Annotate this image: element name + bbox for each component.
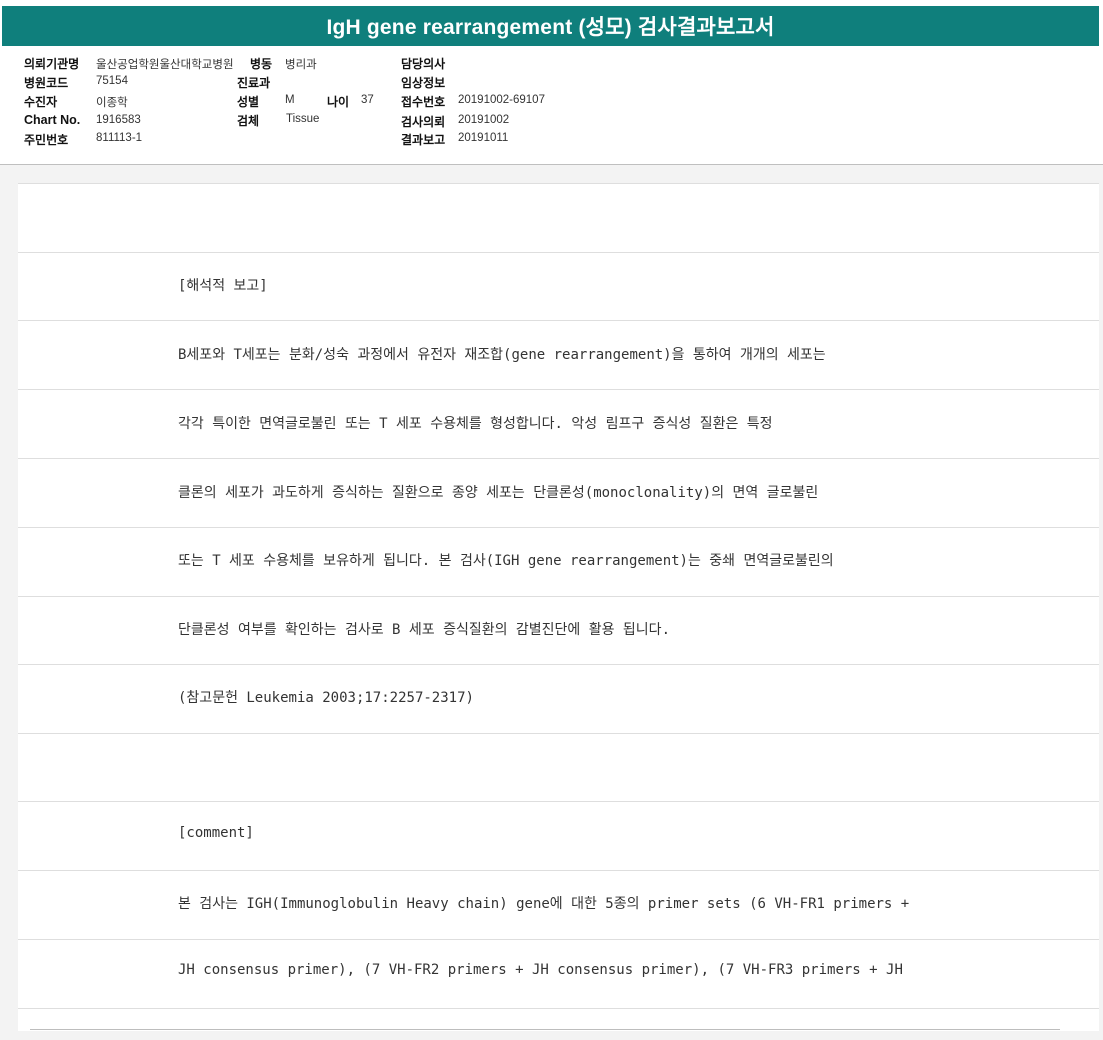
- clinical-info-label: 임상정보: [401, 76, 446, 90]
- ward-label: 병동: [250, 57, 273, 71]
- chart-no-label: Chart No.: [24, 113, 81, 127]
- report-body: [해석적 보고] B세포와 T세포는 분화/성숙 과정에서 유전자 재조합(ge…: [18, 183, 1099, 1031]
- report-line-7: 단클론성 여부를 확인하는 검사로 B 세포 증식질환의 감별진단에 활용 됩니…: [178, 622, 670, 638]
- referring-institution-label: 의뢰기관명: [24, 57, 80, 71]
- bottom-divider: [30, 1029, 1060, 1030]
- request-date-label: 검사의뢰: [401, 115, 446, 129]
- row-divider: [18, 733, 1099, 734]
- patient-label: 수진자: [24, 95, 58, 109]
- result-date-value: 20191011: [458, 132, 509, 144]
- row-divider: [18, 870, 1099, 871]
- receipt-no-value: 20191002-69107: [458, 94, 545, 106]
- id-number-value: 811113-1: [96, 132, 143, 144]
- interpretation-heading: [해석적 보고]: [178, 278, 268, 294]
- report-line-12: JH consensus primer), (7 VH-FR2 primers …: [178, 962, 903, 978]
- referring-institution-value: 울산공업학원울산대학교병원: [96, 59, 234, 71]
- receipt-no-label: 접수번호: [401, 95, 446, 109]
- physician-label: 담당의사: [401, 57, 446, 71]
- hospital-code-value: 75154: [96, 75, 128, 87]
- row-divider: [18, 664, 1099, 665]
- department-label: 진료과: [237, 76, 271, 90]
- report-line-6: 또는 T 세포 수용체를 보유하게 됩니다. 본 검사(IGH gene rea…: [178, 553, 834, 569]
- patient-value: 이종학: [96, 97, 128, 109]
- report-line-4: 각각 특이한 면역글로불린 또는 T 세포 수용체를 형성합니다. 악성 림프구…: [178, 416, 773, 432]
- report-body-area: [해석적 보고] B세포와 T세포는 분화/성숙 과정에서 유전자 재조합(ge…: [0, 165, 1103, 1040]
- specimen-value: Tissue: [286, 113, 320, 125]
- chart-no-value: 1916583: [96, 114, 141, 126]
- patient-info-panel: 의뢰기관명 울산공업학원울산대학교병원 병동 병리과 담당의사 병원코드 751…: [0, 46, 1103, 165]
- row-divider: [18, 458, 1099, 459]
- age-value: 37: [361, 94, 374, 106]
- request-date-value: 20191002: [458, 114, 510, 126]
- report-title: IgH gene rearrangement (성모) 검사결과보고서: [2, 6, 1099, 46]
- row-divider: [18, 252, 1099, 253]
- row-divider: [18, 320, 1099, 321]
- result-date-label: 결과보고: [401, 133, 446, 147]
- ward-value: 병리과: [285, 59, 317, 71]
- specimen-label: 검체: [237, 114, 260, 128]
- row-divider: [18, 596, 1099, 597]
- report-line-3: B세포와 T세포는 분화/성숙 과정에서 유전자 재조합(gene rearra…: [178, 347, 826, 363]
- sex-value: M: [285, 94, 295, 106]
- row-divider: [18, 939, 1099, 940]
- report-line-5: 클론의 세포가 과도하게 증식하는 질환으로 종양 세포는 단클론성(monoc…: [178, 485, 819, 501]
- comment-heading: [comment]: [178, 825, 254, 841]
- report-page: IgH gene rearrangement (성모) 검사결과보고서 의뢰기관…: [0, 0, 1103, 1040]
- age-label: 나이: [327, 95, 350, 109]
- row-divider: [18, 801, 1099, 802]
- hospital-code-label: 병원코드: [24, 76, 69, 90]
- row-divider: [18, 527, 1099, 528]
- row-divider: [18, 1008, 1099, 1009]
- id-number-label: 주민번호: [24, 133, 69, 147]
- row-divider: [18, 183, 1099, 184]
- sex-label: 성별: [237, 95, 260, 109]
- report-line-11: 본 검사는 IGH(Immunoglobulin Heavy chain) ge…: [178, 896, 910, 912]
- row-divider: [18, 389, 1099, 390]
- reference-line: (참고문헌 Leukemia 2003;17:2257-2317): [178, 690, 474, 706]
